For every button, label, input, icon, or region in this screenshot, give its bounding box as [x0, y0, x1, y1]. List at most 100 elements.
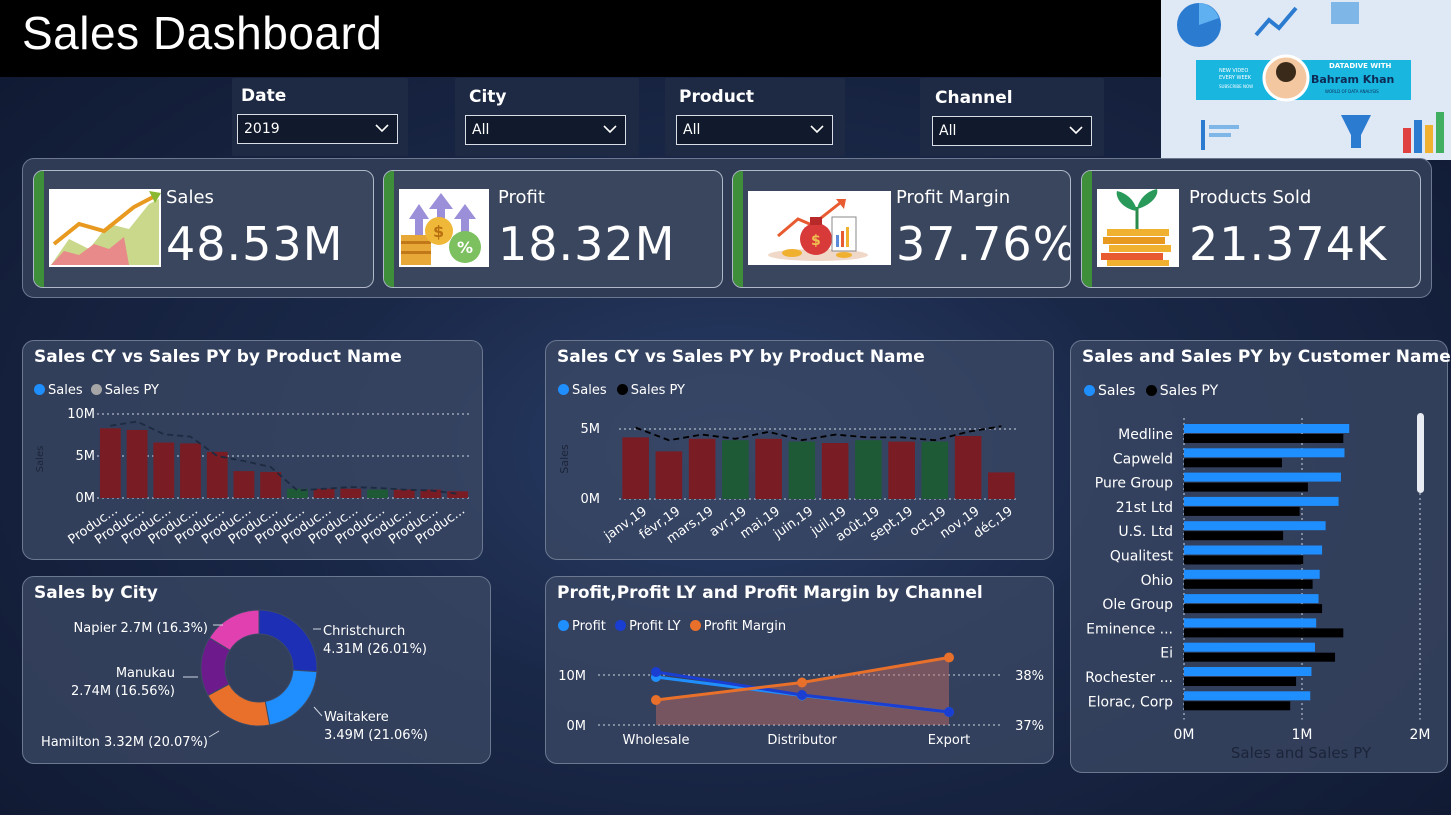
channel-filter-label: Channel	[935, 88, 1013, 108]
donut-slice	[264, 669, 318, 726]
bar	[447, 491, 469, 498]
kpi-accent-bar	[1082, 171, 1092, 287]
growth-chart-icon	[49, 189, 161, 267]
bar	[126, 429, 148, 498]
bar	[153, 442, 175, 498]
svg-text:%: %	[457, 238, 473, 257]
x-tick-label: Export	[928, 733, 971, 748]
bar	[655, 451, 683, 499]
banner-promo2: EVERY WEEK	[1219, 75, 1252, 81]
y-tick-label: 10M	[67, 407, 95, 422]
data-point	[944, 652, 954, 663]
x-tick-label: 0M	[1174, 727, 1195, 743]
x-axis-label: Sales and Sales PY	[1231, 744, 1372, 762]
y-tick-label-right: 37%	[1015, 719, 1044, 734]
date-filter-dropdown[interactable]: 2019	[237, 114, 398, 144]
monthly-bar-chart: 5M0MSalesjanv,19févr,19mars,19avr,19mai,…	[558, 422, 1018, 547]
bar-sales-py	[1184, 482, 1308, 492]
bar-sales	[1184, 618, 1317, 628]
bar-sales-py	[1184, 652, 1336, 662]
bar-sales-py	[1184, 677, 1297, 686]
kpi-accent-bar	[733, 171, 743, 287]
bar-sales	[1184, 496, 1339, 506]
scrollbar-thumb[interactable]	[1417, 413, 1424, 493]
product-sales-chart-panel: Sales CY vs Sales PY by Product Name Sal…	[22, 340, 483, 560]
channel-banner-image: NEW VIDEO EVERY WEEK SUBSCRIBE NOW DATAD…	[1161, 0, 1451, 160]
channel-filter-value: All	[939, 123, 957, 139]
y-axis-label: Sales	[558, 444, 571, 474]
bar-sales	[1184, 472, 1341, 482]
slice-label: Manukau	[116, 666, 175, 681]
bar	[688, 438, 716, 499]
bar	[821, 443, 849, 499]
banner-graphic: NEW VIDEO EVERY WEEK SUBSCRIBE NOW DATAD…	[1161, 0, 1451, 160]
data-point	[797, 690, 807, 700]
bar	[99, 428, 121, 498]
y-tick-label: 5M	[76, 449, 96, 464]
data-point	[651, 695, 661, 705]
kpi-card-profit: $ % Profit 18.32M	[383, 170, 723, 288]
y-tick-label: Eminence ...	[1086, 621, 1173, 637]
product-filter-dropdown[interactable]: All	[676, 115, 833, 145]
bar	[921, 441, 949, 499]
bar-sales-py	[1184, 604, 1323, 614]
bar	[367, 489, 388, 498]
y-axis-label: Sales	[35, 446, 46, 473]
date-filter-value: 2019	[244, 121, 280, 137]
bar-sales-py	[1184, 555, 1304, 565]
product-filter-value: All	[683, 122, 701, 138]
kpi-label: Products Sold	[1189, 187, 1312, 208]
y-tick-label-right: 38%	[1015, 669, 1044, 684]
leader-line	[313, 706, 323, 717]
coins-percent-icon: $ %	[399, 189, 489, 267]
bar	[260, 471, 282, 498]
y-tick-label: Rochester ...	[1085, 670, 1173, 686]
slice-label: Christchurch	[323, 624, 405, 639]
kpi-accent-bar	[384, 171, 394, 287]
chevron-down-icon	[375, 124, 389, 133]
x-tick-label: Wholesale	[622, 733, 689, 748]
chevron-down-icon	[603, 125, 617, 134]
series-line-sales-py	[635, 425, 1002, 442]
y-tick-label: 21st Ltd	[1116, 500, 1173, 516]
kpi-label: Profit	[498, 187, 545, 208]
city-filter-label: City	[469, 87, 507, 107]
bar-sales	[1184, 569, 1320, 579]
bar	[788, 441, 816, 499]
city-filter-dropdown[interactable]: All	[465, 115, 626, 145]
chevron-down-icon	[1069, 126, 1083, 135]
bar-sales	[1184, 545, 1323, 555]
y-tick-label: 0M	[76, 491, 96, 506]
page-title: Sales Dashboard	[22, 7, 383, 59]
data-point	[797, 677, 807, 688]
svg-text:$: $	[433, 222, 444, 241]
kpi-card-profit-margin: $ Profit Margin 37.76%	[732, 170, 1071, 288]
date-filter-label: Date	[241, 86, 287, 106]
x-tick-label: 2M	[1410, 727, 1431, 743]
y-tick-label: 0M	[581, 492, 601, 507]
leader-line	[208, 730, 220, 738]
channel-filter-dropdown[interactable]: All	[932, 116, 1092, 146]
slice-label: Napier 2.7M (16.3%)	[74, 621, 209, 636]
y-tick-label: Elorac, Corp	[1088, 694, 1173, 710]
city-donut-chart: Christchurch 4.31M (26.01%) Waitakere 3.49M…	[41, 609, 428, 750]
sales-by-city-panel: Sales by City Christchurch 4.31M (26.01%)…	[22, 576, 491, 764]
kpi-value: 48.53M	[166, 217, 344, 271]
bar-sales	[1184, 448, 1345, 458]
y-tick-label: Ohio	[1141, 573, 1173, 589]
slice-value: 3.49M (21.06%)	[324, 728, 428, 743]
kpi-value: 37.76%	[896, 217, 1071, 271]
banner-promo1: NEW VIDEO	[1219, 68, 1248, 74]
kpi-card-products-sold: Products Sold 21.374K	[1081, 170, 1421, 288]
y-tick-label: U.S. Ltd	[1118, 524, 1173, 540]
donut-slice	[258, 609, 318, 673]
y-tick-label: 5M	[581, 422, 601, 437]
bar-sales	[1184, 521, 1326, 531]
bar	[855, 440, 882, 499]
bar-sales	[1184, 424, 1350, 433]
bar-sales	[1184, 642, 1315, 652]
kpi-label: Profit Margin	[896, 187, 1011, 208]
slice-value: 2.74M (16.56%)	[71, 684, 175, 699]
kpi-accent-bar	[34, 171, 44, 287]
slice-label: Waitakere	[324, 710, 389, 725]
